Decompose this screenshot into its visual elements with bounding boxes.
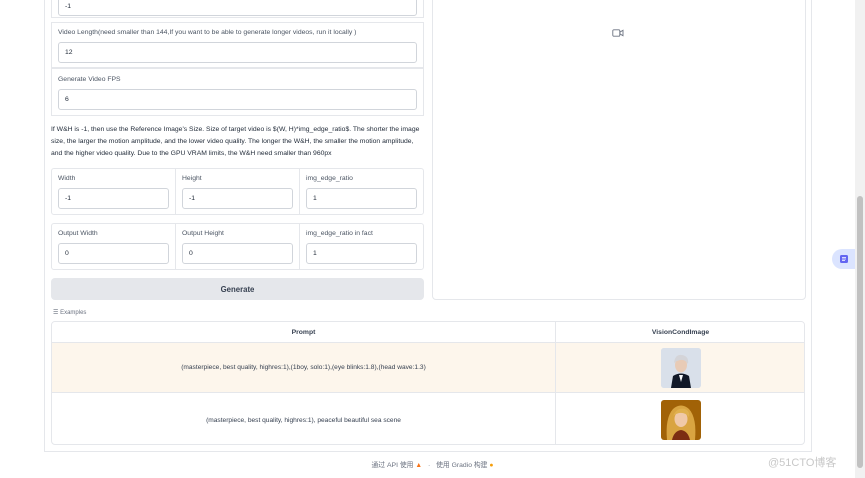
output-height-label: Output Height [182,230,224,237]
header-prompt: Prompt [291,329,316,336]
height-label: Height [182,175,202,182]
table-header: Prompt VisionCondImage [52,322,804,343]
output-width-value: 0 [65,250,69,257]
example-row[interactable]: (masterpiece, best quality, highres:1),(… [52,343,804,393]
example-image-cell [555,343,804,392]
header-vision-cond-image: VisionCondImage [651,329,710,336]
output-divider-1 [175,223,176,270]
footer: 通过 API 使用 ▲ · 使用 Gradio 构建 ● [0,459,865,469]
column-divider [555,322,556,444]
built-with-gradio-link[interactable]: 使用 Gradio 构建 [436,462,487,469]
video-camera-icon [612,29,624,37]
scrollbar-thumb[interactable] [857,196,863,468]
woman-portrait-thumbnail [660,400,701,440]
fps-value: 6 [65,96,69,103]
img-edge-ratio-label: img_edge_ratio [306,175,353,182]
side-float-button[interactable] [832,249,856,269]
man-in-suit-thumbnail [660,347,701,388]
example-prompt: (masterpiece, best quality, highres:1), … [206,416,401,424]
video-length-input[interactable]: 12 [58,42,417,63]
footer-separator: · [427,462,431,469]
width-label: Width [58,175,76,182]
examples-label: ☰ Examples [53,309,86,316]
example-image-cell [555,394,804,444]
rocket-icon: ▲ [415,462,423,469]
ratio-in-fact-value: 1 [313,250,317,257]
height-value: -1 [189,195,196,202]
width-input[interactable]: -1 [58,188,169,209]
output-divider-2 [299,223,300,270]
example-row[interactable]: (masterpiece, best quality, highres:1), … [52,394,804,444]
width-value: -1 [65,195,72,202]
top-input-value: -1 [65,2,72,10]
ratio-in-fact-input[interactable]: 1 [306,243,417,264]
output-height-value: 0 [189,250,193,257]
document-icon [840,255,848,263]
top-input[interactable]: -1 [58,0,417,16]
examples-table: Prompt VisionCondImage (masterpiece, bes… [51,321,805,445]
gradio-logo-icon: ● [489,462,494,469]
fps-label: Generate Video FPS [58,76,121,83]
video-length-label: Video Length(need smaller than 144,If yo… [58,29,357,36]
video-output-panel [432,0,806,300]
height-input[interactable]: -1 [182,188,293,209]
img-edge-ratio-input[interactable]: 1 [306,188,417,209]
example-prompt: (masterpiece, best quality, highres:1),(… [181,364,426,371]
examples-label-text: Examples [60,310,87,316]
output-width-label: Output Width [58,230,98,237]
size-info-text: If W&H is -1, then use the Reference Ima… [51,126,420,157]
use-via-api-link[interactable]: 通过 API 使用 [372,462,414,469]
output-height-input[interactable]: 0 [182,243,293,264]
size-divider-1 [175,168,176,215]
size-divider-2 [299,168,300,215]
video-length-value: 12 [65,49,73,56]
img-edge-ratio-value: 1 [313,195,317,202]
output-width-input[interactable]: 0 [58,243,169,264]
ratio-in-fact-label: img_edge_ratio in fact [306,230,373,237]
watermark: @51CTO博客 [768,457,837,469]
list-icon: ☰ [53,310,59,316]
generate-button[interactable]: Generate [51,278,424,300]
fps-input[interactable]: 6 [58,89,417,110]
